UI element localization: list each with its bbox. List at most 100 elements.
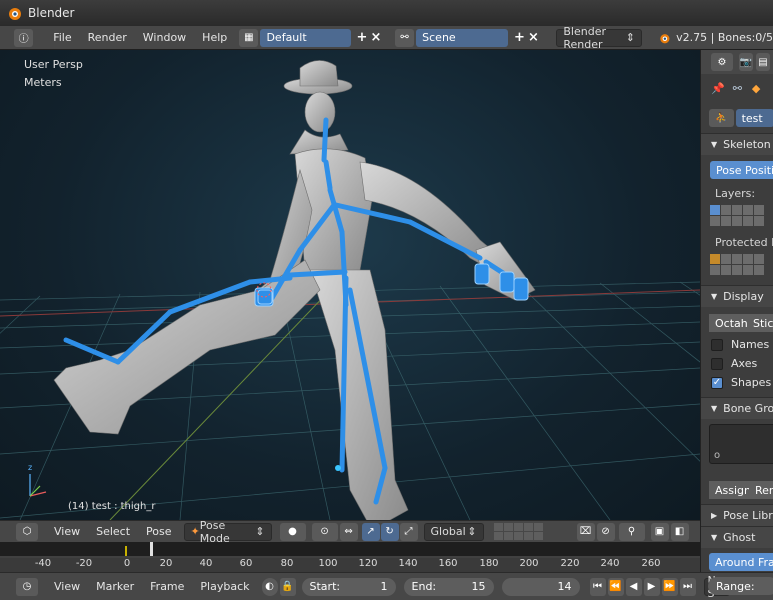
layer-buttons[interactable]: [493, 523, 543, 540]
menu-help[interactable]: Help: [194, 31, 235, 44]
menu-frame[interactable]: Frame: [142, 580, 192, 593]
jump-to-end-icon[interactable]: ⏭: [679, 577, 696, 596]
armature-name-field[interactable]: test: [735, 109, 773, 127]
timeline-header: ◷ View Marker Frame Playback ◐ 🔒 Start: …: [0, 572, 773, 600]
active-bone-status: (14) test : thigh_r: [68, 501, 156, 512]
preview-range-icon[interactable]: ◐: [261, 577, 278, 596]
editor-type-3d-icon[interactable]: ⬡: [16, 522, 38, 541]
menu-playback[interactable]: Playback: [192, 580, 257, 593]
transform-orientation-dropdown[interactable]: Global ⇕: [423, 522, 484, 541]
menu-file[interactable]: File: [45, 31, 79, 44]
remove-button[interactable]: Rem: [749, 481, 773, 499]
pivot-point-icon[interactable]: ⊙: [311, 522, 338, 541]
end-frame-value: 15: [471, 580, 486, 593]
names-checkbox[interactable]: Names: [711, 338, 769, 351]
bone-groups-list[interactable]: o: [709, 424, 773, 464]
shapes-checkbox[interactable]: ✓ Shapes: [711, 376, 771, 389]
list-resize-icon[interactable]: o: [714, 450, 720, 461]
context-path: 📌 ⚯ ◆: [701, 78, 773, 98]
checkbox-box[interactable]: [711, 357, 723, 370]
collapse-triangle-icon: ▼: [711, 404, 718, 413]
pose-position-button[interactable]: Pose Positi: [710, 161, 773, 179]
skeleton-panel-header[interactable]: ▼ Skeleton: [701, 133, 773, 155]
axes-checkbox[interactable]: Axes: [711, 357, 757, 370]
current-frame-field[interactable]: 14: [501, 577, 580, 596]
timeline-editor[interactable]: -40 -20 0 20 40 60 80 100 120 140 160 18…: [0, 542, 700, 572]
add-layout-icon[interactable]: +: [355, 29, 369, 47]
menu-view[interactable]: View: [46, 580, 88, 593]
translate-manipulator-icon[interactable]: ↗: [361, 522, 380, 541]
editor-type-properties-icon[interactable]: ⚙: [711, 53, 733, 71]
lock-layers-icon[interactable]: ⌧: [576, 522, 595, 541]
collapse-triangle-icon: ▼: [711, 292, 718, 301]
opengl-render-icon[interactable]: ◧: [670, 522, 689, 541]
render-engine-dropdown[interactable]: Blender Render ⇕: [556, 25, 642, 51]
remove-layout-icon[interactable]: ×: [369, 29, 383, 47]
context-tabs: 📷 ▤: [739, 53, 770, 71]
ruler-tick: 80: [280, 558, 294, 569]
protected-layers-grid[interactable]: [710, 254, 764, 275]
rotate-manipulator-icon[interactable]: ↻: [380, 522, 399, 541]
add-scene-icon[interactable]: +: [512, 29, 526, 47]
orientation-label: Global: [430, 525, 466, 538]
scale-manipulator-icon[interactable]: ⤢: [399, 522, 418, 541]
menu-view[interactable]: View: [46, 525, 88, 538]
ghost-range-field[interactable]: Range:: [708, 577, 773, 595]
pin-icon[interactable]: 📌: [711, 82, 725, 95]
menu-window[interactable]: Window: [135, 31, 194, 44]
display-panel-header[interactable]: ▼ Display: [701, 285, 773, 307]
render-tab-icon[interactable]: 📷: [739, 53, 753, 71]
end-frame-field[interactable]: End: 15: [403, 577, 494, 596]
ruler-tick: -20: [75, 558, 93, 569]
scene-field[interactable]: Scene: [416, 28, 509, 47]
proportional-edit-icon[interactable]: ⊘: [596, 522, 615, 541]
scene-icon[interactable]: ⚯: [394, 28, 415, 47]
start-frame-field[interactable]: Start: 1: [301, 577, 396, 596]
manipulator-toggle-icon[interactable]: ⇔: [339, 522, 358, 541]
checkmark-icon[interactable]: ✓: [711, 376, 723, 389]
svg-text:z: z: [28, 463, 32, 472]
armature-icon[interactable]: ⛹: [709, 109, 734, 127]
current-frame-indicator[interactable]: [150, 542, 153, 556]
play-icon[interactable]: ▶: [643, 577, 660, 596]
pose-library-panel-header[interactable]: ▶ Pose Libra: [701, 504, 773, 526]
snap-icon[interactable]: ⚲: [618, 522, 645, 541]
timeline-ruler: -40 -20 0 20 40 60 80 100 120 140 160 18…: [0, 558, 700, 572]
3d-viewport[interactable]: z User Persp Meters (14) test : thigh_r: [0, 50, 700, 520]
stick-button[interactable]: Stick: [747, 314, 773, 332]
viewport-shading-icon[interactable]: ●: [279, 522, 306, 541]
ghost-panel-header[interactable]: ▼ Ghost: [701, 526, 773, 548]
pose-library-panel-title: Pose Libra: [723, 509, 773, 522]
lock-time-icon[interactable]: 🔒: [279, 577, 296, 596]
remove-scene-icon[interactable]: ×: [526, 29, 540, 47]
menu-render[interactable]: Render: [80, 31, 135, 44]
screen-layout-icon[interactable]: ▦: [239, 28, 259, 47]
render-preview-icon[interactable]: ▣: [650, 522, 669, 541]
menu-pose[interactable]: Pose: [138, 525, 179, 538]
mode-dropdown[interactable]: ✦ Pose Mode ⇕: [183, 519, 272, 545]
screen-layout-field[interactable]: Default: [260, 28, 351, 47]
next-keyframe-icon[interactable]: ⏩: [661, 577, 678, 596]
menu-marker[interactable]: Marker: [88, 580, 142, 593]
timeline-track[interactable]: [0, 542, 700, 556]
editor-type-info-icon[interactable]: ⓘ: [14, 28, 34, 47]
render-layers-tab-icon[interactable]: ▤: [756, 53, 770, 71]
jump-to-start-icon[interactable]: ⏮: [589, 577, 606, 596]
editor-type-timeline-icon[interactable]: ◷: [16, 577, 38, 596]
keyframe-marker: [125, 546, 127, 556]
armature-layers-grid[interactable]: [710, 205, 764, 226]
menu-select[interactable]: Select: [88, 525, 138, 538]
dropdown-arrows-icon: ⇕: [255, 525, 265, 538]
ruler-tick: 0: [123, 558, 131, 569]
scene-context-icon: ⚯: [732, 81, 742, 95]
collapse-triangle-icon: ▼: [711, 533, 718, 542]
checkbox-box[interactable]: [711, 338, 723, 351]
dropdown-arrows-icon: ⇕: [467, 525, 477, 538]
play-reverse-icon[interactable]: ◀: [625, 577, 642, 596]
armature-datablock: ⛹ test: [701, 108, 773, 128]
bone-groups-panel-header[interactable]: ▼ Bone Grou: [701, 397, 773, 419]
ghost-around-frame-button[interactable]: Around Fra: [709, 553, 773, 571]
ruler-tick: 180: [479, 558, 499, 569]
prev-keyframe-icon[interactable]: ⏪: [607, 577, 624, 596]
character-mesh[interactable]: [53, 60, 536, 520]
